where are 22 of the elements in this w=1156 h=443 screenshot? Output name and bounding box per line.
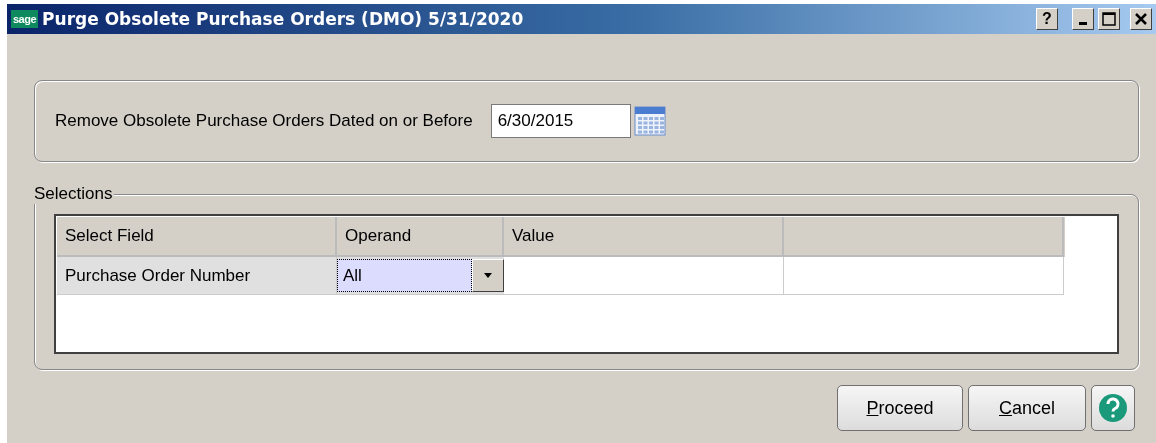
minimize-button[interactable] (1072, 8, 1094, 30)
help-button[interactable] (1091, 385, 1135, 431)
maximize-icon (1102, 12, 1116, 26)
selections-label: Selections (34, 184, 115, 204)
proceed-button[interactable]: Proceed (837, 385, 963, 431)
calendar-icon[interactable] (633, 105, 666, 137)
cancel-button[interactable]: Cancel (968, 385, 1086, 431)
minimize-icon (1079, 22, 1087, 25)
maximize-button[interactable] (1098, 8, 1120, 30)
app-logo: sage (11, 10, 39, 28)
date-label: Remove Obsolete Purchase Orders Dated on or Before (55, 111, 473, 131)
dropdown-button[interactable] (472, 259, 504, 292)
table-cell: Purchase Order Number (57, 257, 337, 295)
window-title: Purge Obsolete Purchase Orders (DMO) 5/31/2020 (42, 9, 525, 29)
close-icon (1135, 13, 1147, 25)
close-button[interactable] (1130, 8, 1152, 30)
date-field[interactable]: 6/30/2015 (490, 104, 631, 138)
help-icon (1098, 393, 1128, 423)
value-cell[interactable] (504, 257, 784, 295)
operand-field[interactable]: All (337, 259, 472, 292)
help-button[interactable]: ? (1036, 8, 1058, 30)
caret-icon (484, 273, 492, 278)
